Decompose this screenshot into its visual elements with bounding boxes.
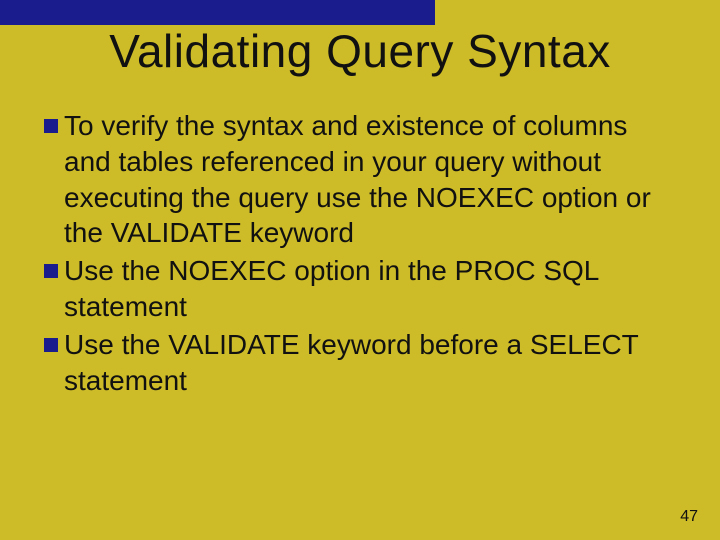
bullet-text: Use the NOEXEC option in the PROC SQL st…	[64, 253, 676, 325]
bullet-text: To verify the syntax and existence of co…	[64, 108, 676, 251]
bullet-item: Use the VALIDATE keyword before a SELECT…	[44, 327, 676, 399]
bullet-text: Use the VALIDATE keyword before a SELECT…	[64, 327, 676, 399]
square-bullet-icon	[44, 264, 58, 278]
slide-body: To verify the syntax and existence of co…	[44, 108, 676, 401]
slide: Validating Query Syntax To verify the sy…	[0, 0, 720, 540]
bullet-item: Use the NOEXEC option in the PROC SQL st…	[44, 253, 676, 325]
bullet-item: To verify the syntax and existence of co…	[44, 108, 676, 251]
page-number: 47	[680, 508, 698, 526]
title-accent-bar	[0, 0, 435, 25]
square-bullet-icon	[44, 119, 58, 133]
square-bullet-icon	[44, 338, 58, 352]
slide-title: Validating Query Syntax	[0, 24, 720, 78]
